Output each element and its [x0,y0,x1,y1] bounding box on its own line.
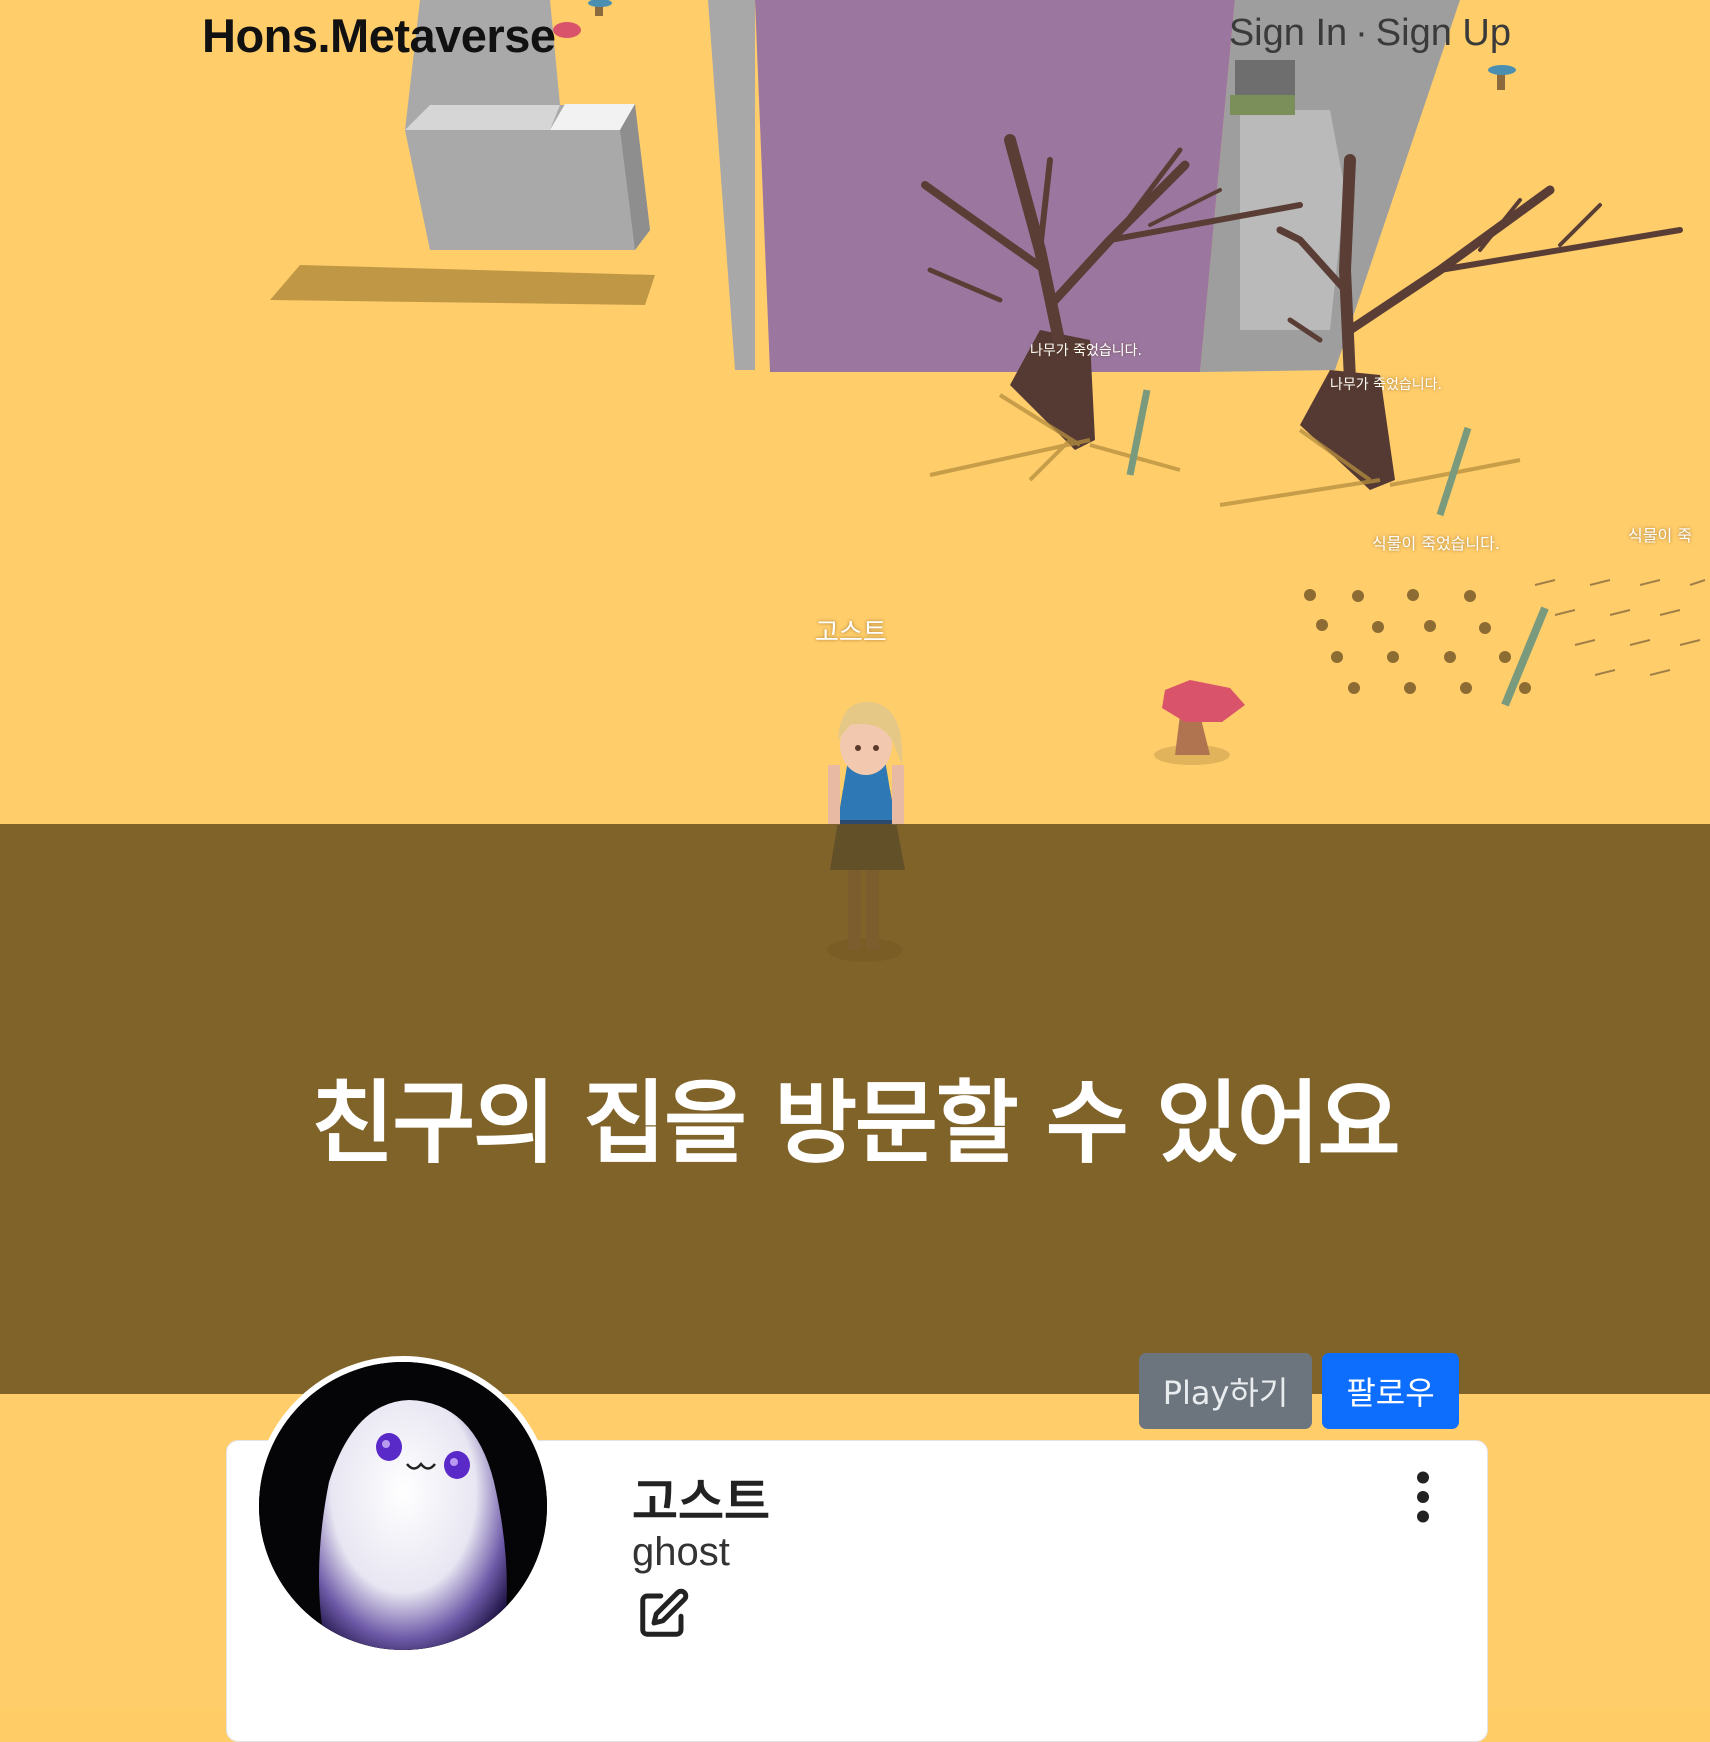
top-navbar: Hons.Metaverse Sign In · Sign Up [0,0,1710,72]
sign-in-link[interactable]: Sign In [1229,12,1347,54]
follow-button[interactable]: 팔로우 [1322,1353,1459,1429]
plant-status-label: 식물이 죽 [1628,526,1692,545]
tree-status-label: 나무가 죽었습니다. [1030,343,1142,359]
dead-plants [1304,589,1531,694]
auth-links: Sign In · Sign Up [1229,12,1511,55]
auth-separator: · [1355,12,1368,54]
brand-logo[interactable]: Hons.Metaverse [202,8,556,63]
avatar [253,1356,553,1656]
red-mushroom [1154,680,1245,765]
pillar-grass [1230,95,1295,115]
ghost-avatar-image [259,1362,547,1650]
profile-display-name: 고스트 [632,1473,770,1531]
play-button[interactable]: Play하기 [1139,1353,1312,1429]
grey-block-step [550,104,635,130]
grey-block-top [405,105,560,130]
plant-status-label: 식물이 죽었습니다. [1372,534,1500,553]
grey-stairs [1240,110,1345,330]
dead-plants-2 [1534,579,1706,676]
edit-icon[interactable] [636,1587,690,1641]
block-shadow [270,265,655,305]
sign-up-link[interactable]: Sign Up [1376,12,1511,54]
stick [1126,389,1151,476]
profile-username: ghost [632,1530,730,1574]
more-vertical-icon[interactable] [1405,1470,1441,1524]
tree-status-label: 나무가 죽었습니다. [1330,377,1442,393]
hero-headline: 친구의 집을 방문할 수 있어요 [311,1071,1401,1176]
player-name-label: 고스트 [815,618,887,648]
